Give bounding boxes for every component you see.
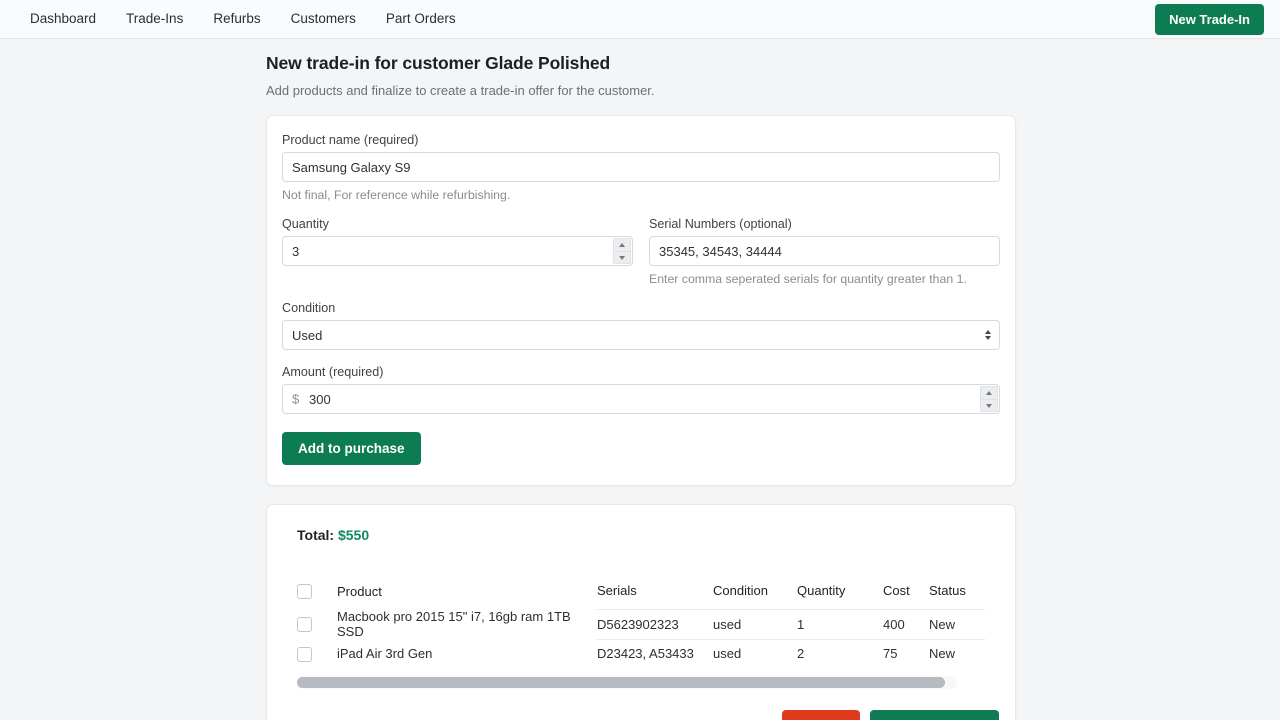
nav-link-customers[interactable]: Customers	[291, 12, 356, 26]
row-condition: used	[713, 638, 797, 668]
row-condition: used	[713, 608, 797, 639]
row-select-cell	[297, 639, 337, 668]
page-subtitle: Add products and finalize to create a tr…	[266, 83, 655, 98]
purchase-table: Product Serials Condition Quantity Cost …	[297, 573, 985, 668]
row-quantity: 2	[797, 638, 883, 668]
product-name-label: Product name (required)	[282, 133, 419, 147]
table-scrollbar-thumb[interactable]	[297, 677, 945, 688]
total-line: Total: $550	[297, 527, 1000, 543]
amount-stepper[interactable]	[980, 386, 998, 412]
row-serials: D5623902323	[597, 608, 713, 639]
new-trade-in-button[interactable]: New Trade-In	[1155, 3, 1264, 35]
amount-input-wrapper: $	[282, 384, 1000, 414]
top-navigation-bar: Dashboard Trade-Ins Refurbs Customers Pa…	[0, 0, 1280, 39]
row-select-cell	[297, 609, 337, 639]
generate-offer-button[interactable]: Generate Offer	[870, 710, 999, 720]
row-cost: 75	[883, 638, 929, 668]
column-header-serials: Serials	[597, 583, 637, 599]
serial-numbers-label: Serial Numbers (optional)	[649, 217, 792, 231]
condition-label: Condition	[282, 301, 336, 315]
caret-up-icon	[619, 243, 625, 247]
nav-link-refurbs[interactable]: Refurbs	[213, 12, 260, 26]
page-content: New trade-in for customer Glade Polished…	[266, 39, 1016, 720]
row-select-checkbox[interactable]	[297, 646, 312, 662]
total-amount: $550	[337, 527, 370, 543]
amount-decrement-button[interactable]	[980, 399, 998, 412]
cancel-button[interactable]: Cancel	[782, 710, 861, 720]
table-row: Macbook pro 2015 15" i7, 16gb ram 1TB SS…	[297, 608, 985, 639]
condition-selected-value: Used	[292, 327, 323, 343]
table-horizontal-scrollbar[interactable]	[297, 676, 957, 689]
serial-numbers-input[interactable]	[649, 236, 1000, 266]
amount-input[interactable]	[282, 384, 1000, 414]
quantity-serials-row: Quantity Serial	[282, 217, 1000, 286]
purchase-table-body: Macbook pro 2015 15" i7, 16gb ram 1TB SS…	[297, 608, 985, 668]
serial-numbers-field-group: Serial Numbers (optional) Enter comma se…	[649, 217, 1000, 286]
page-title: New trade-in for customer Glade Polished	[266, 53, 611, 73]
add-product-form-card: Product name (required) Not final, For r…	[266, 115, 1016, 486]
column-header-status: Status	[929, 583, 966, 599]
amount-label: Amount (required)	[282, 365, 384, 379]
caret-up-icon	[986, 391, 992, 395]
serial-numbers-help-text: Enter comma seperated serials for quanti…	[649, 272, 967, 286]
row-product: Macbook pro 2015 15" i7, 16gb ram 1TB SS…	[337, 609, 571, 639]
nav-link-trade-ins[interactable]: Trade-Ins	[126, 12, 183, 26]
page-body: New trade-in for customer Glade Polished…	[0, 39, 1280, 720]
quantity-input[interactable]	[282, 236, 633, 266]
nav-link-dashboard[interactable]: Dashboard	[30, 12, 96, 26]
footer-actions: Cancel Generate Offer	[282, 710, 1000, 720]
add-to-purchase-button[interactable]: Add to purchase	[282, 432, 421, 465]
row-quantity: 1	[797, 608, 883, 639]
condition-select-wrapper: Used	[282, 320, 1000, 350]
column-header-quantity: Quantity	[797, 583, 846, 599]
amount-field-group: Amount (required) $	[282, 365, 1000, 414]
nav-link-part-orders[interactable]: Part Orders	[386, 12, 456, 26]
row-serials: D23423, A53433	[597, 638, 713, 668]
row-status: New	[929, 638, 985, 668]
table-row: iPad Air 3rd Gen D23423, A53433 used 2 7…	[297, 638, 985, 668]
row-cost: 400	[883, 608, 929, 639]
quantity-increment-button[interactable]	[613, 238, 631, 251]
column-header-product: Product	[337, 583, 382, 599]
column-header-cost: Cost	[883, 583, 910, 599]
product-name-input[interactable]	[282, 152, 1000, 182]
quantity-field-group: Quantity	[282, 217, 633, 286]
quantity-decrement-button[interactable]	[613, 251, 631, 264]
row-product: iPad Air 3rd Gen	[337, 646, 433, 661]
nav-links: Dashboard Trade-Ins Refurbs Customers Pa…	[30, 12, 456, 26]
caret-down-icon	[619, 255, 625, 260]
select-all-header	[297, 573, 337, 609]
purchase-table-scroll-area: Product Serials Condition Quantity Cost …	[297, 573, 985, 668]
total-label: Total:	[297, 527, 335, 543]
caret-down-icon	[986, 403, 992, 408]
table-header-row: Product Serials Condition Quantity Cost …	[297, 573, 985, 609]
quantity-input-wrapper	[282, 236, 633, 266]
amount-increment-button[interactable]	[980, 386, 998, 399]
row-status: New	[929, 608, 985, 639]
condition-field-group: Condition Used	[282, 301, 1000, 350]
quantity-label: Quantity	[282, 217, 329, 231]
row-select-checkbox[interactable]	[297, 617, 312, 633]
purchase-table-head: Product Serials Condition Quantity Cost …	[297, 573, 985, 609]
purchase-summary-card: Total: $550 Product Serials Condition Qu…	[266, 504, 1016, 720]
column-header-condition: Condition	[713, 583, 768, 599]
quantity-stepper[interactable]	[613, 238, 631, 264]
condition-select[interactable]: Used	[282, 320, 1000, 350]
product-name-help-text: Not final, For reference while refurbish…	[282, 188, 511, 202]
select-all-checkbox[interactable]	[297, 584, 312, 600]
